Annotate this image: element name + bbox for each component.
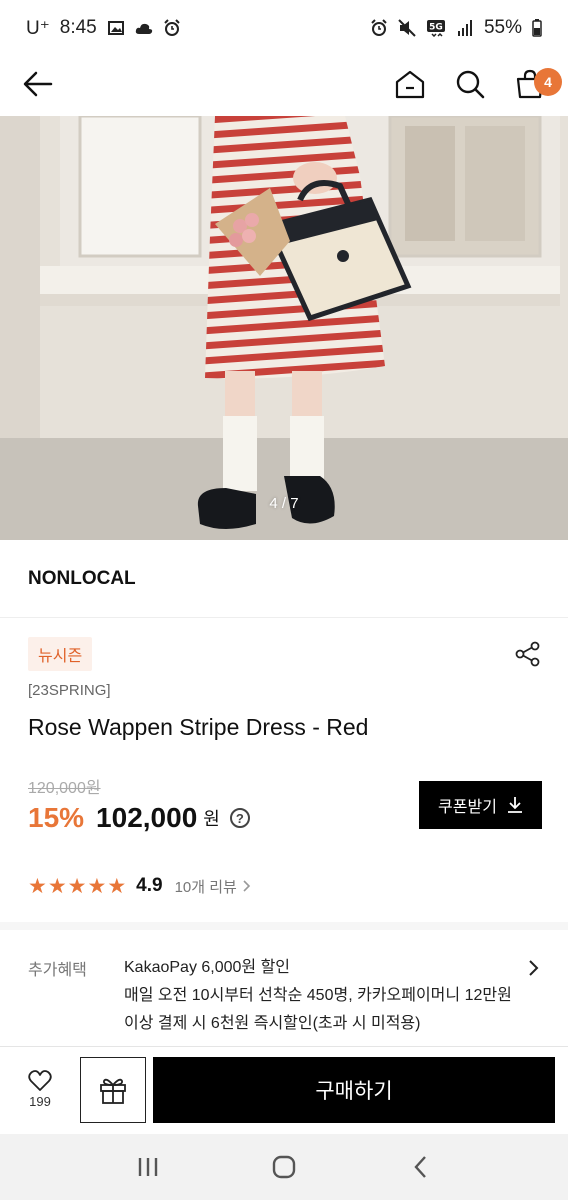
- extra-benefit-text[interactable]: KakaoPay 6,000원 할인 매일 오전 10시부터 선착순 450명,…: [124, 954, 516, 1038]
- discount-rate: 15%: [28, 802, 85, 833]
- clock: 8:45: [59, 17, 97, 38]
- search-icon: [456, 70, 485, 99]
- system-nav-bar: [0, 1134, 568, 1200]
- get-coupon-button[interactable]: 쿠폰받기: [419, 781, 542, 829]
- brand-name[interactable]: NONLOCAL: [0, 540, 568, 618]
- back-nav-button[interactable]: [400, 1147, 440, 1187]
- review-link[interactable]: 10개 리뷰: [175, 876, 251, 897]
- like-count: 199: [29, 1094, 51, 1109]
- benefit-expand-button[interactable]: [524, 958, 544, 978]
- currency-label: 원: [203, 809, 220, 829]
- cart-count-badge: 4: [534, 68, 562, 96]
- star-icon: ★: [107, 874, 127, 898]
- network-5g-icon: 5G: [426, 19, 446, 37]
- star-icon: ★: [87, 874, 107, 898]
- extra-benefit-label: 추가혜택: [28, 962, 87, 979]
- back-arrow-icon: [23, 71, 53, 97]
- alarm-icon: [163, 19, 181, 37]
- gift-icon: [100, 1078, 126, 1104]
- coupon-button-label: 쿠폰받기: [438, 799, 497, 816]
- price-row: 15% 102,000 원 ?: [28, 798, 250, 838]
- price-help-icon[interactable]: ?: [229, 808, 250, 828]
- recent-apps-button[interactable]: [128, 1147, 168, 1187]
- product-title: Rose Wappen Stripe Dress - Red: [28, 714, 369, 740]
- search-button[interactable]: [452, 66, 488, 102]
- status-right: 5G 55%: [370, 17, 542, 39]
- star-icon: ★: [67, 874, 87, 898]
- heart-icon: [28, 1070, 52, 1091]
- download-icon: [507, 797, 522, 813]
- app-header: 4: [0, 56, 568, 112]
- battery-icon: [532, 19, 542, 37]
- cart-button[interactable]: 4: [512, 66, 562, 102]
- star-icon: ★: [28, 874, 47, 898]
- svg-text:5G: 5G: [429, 23, 443, 33]
- mute-icon: [398, 19, 416, 37]
- star-rating: ★ ★ ★ ★ ★: [28, 876, 126, 897]
- share-button[interactable]: [512, 638, 544, 670]
- status-left: U⁺ 8:45: [26, 17, 181, 40]
- brand-label: NONLOCAL: [28, 567, 136, 589]
- gallery-icon: [107, 19, 125, 37]
- battery-percent: 55%: [483, 17, 522, 38]
- season-label: [23SPRING]: [28, 682, 111, 699]
- home-button[interactable]: [392, 66, 428, 102]
- buy-button[interactable]: 구매하기: [153, 1057, 555, 1123]
- product-image-gallery[interactable]: 4 / 7: [0, 116, 568, 540]
- chevron-right-icon: [529, 960, 539, 976]
- benefit-description: 매일 오전 10시부터 선착순 450명, 카카오페이머니 12만원 이상 결제…: [124, 987, 512, 1032]
- original-price: 120,000원: [28, 780, 101, 797]
- like-button[interactable]: 199: [20, 1070, 60, 1114]
- header-actions: 4: [392, 66, 562, 102]
- home-circle-icon: [272, 1155, 296, 1179]
- rating-score: 4.9: [136, 875, 163, 896]
- review-count-label: 10개 리뷰: [174, 878, 237, 896]
- new-season-badge: 뉴시즌: [28, 637, 93, 671]
- share-icon: [515, 641, 540, 667]
- home-icon: [395, 70, 425, 99]
- section-divider: [0, 922, 568, 930]
- sale-price: 102,000: [96, 802, 198, 833]
- back-button[interactable]: [20, 66, 56, 102]
- star-icon: ★: [47, 874, 67, 898]
- home-nav-button[interactable]: [264, 1147, 304, 1187]
- back-chevron-icon: [414, 1156, 426, 1178]
- rating-summary[interactable]: ★ ★ ★ ★ ★ 4.9 10개 리뷰: [28, 872, 251, 900]
- product-photo: [0, 116, 568, 540]
- alarm-icon: [370, 19, 388, 37]
- cloud-icon: [135, 19, 153, 37]
- gift-button[interactable]: [80, 1057, 146, 1123]
- carrier-label: U⁺: [26, 17, 50, 39]
- recent-apps-icon: [138, 1158, 158, 1176]
- status-bar: U⁺ 8:45 5G 55%: [0, 0, 568, 56]
- signal-icon: [456, 19, 474, 37]
- chevron-right-icon: [243, 880, 250, 892]
- benefit-title: KakaoPay 6,000원 할인: [124, 959, 291, 976]
- gallery-page-indicator: 4 / 7: [269, 495, 299, 512]
